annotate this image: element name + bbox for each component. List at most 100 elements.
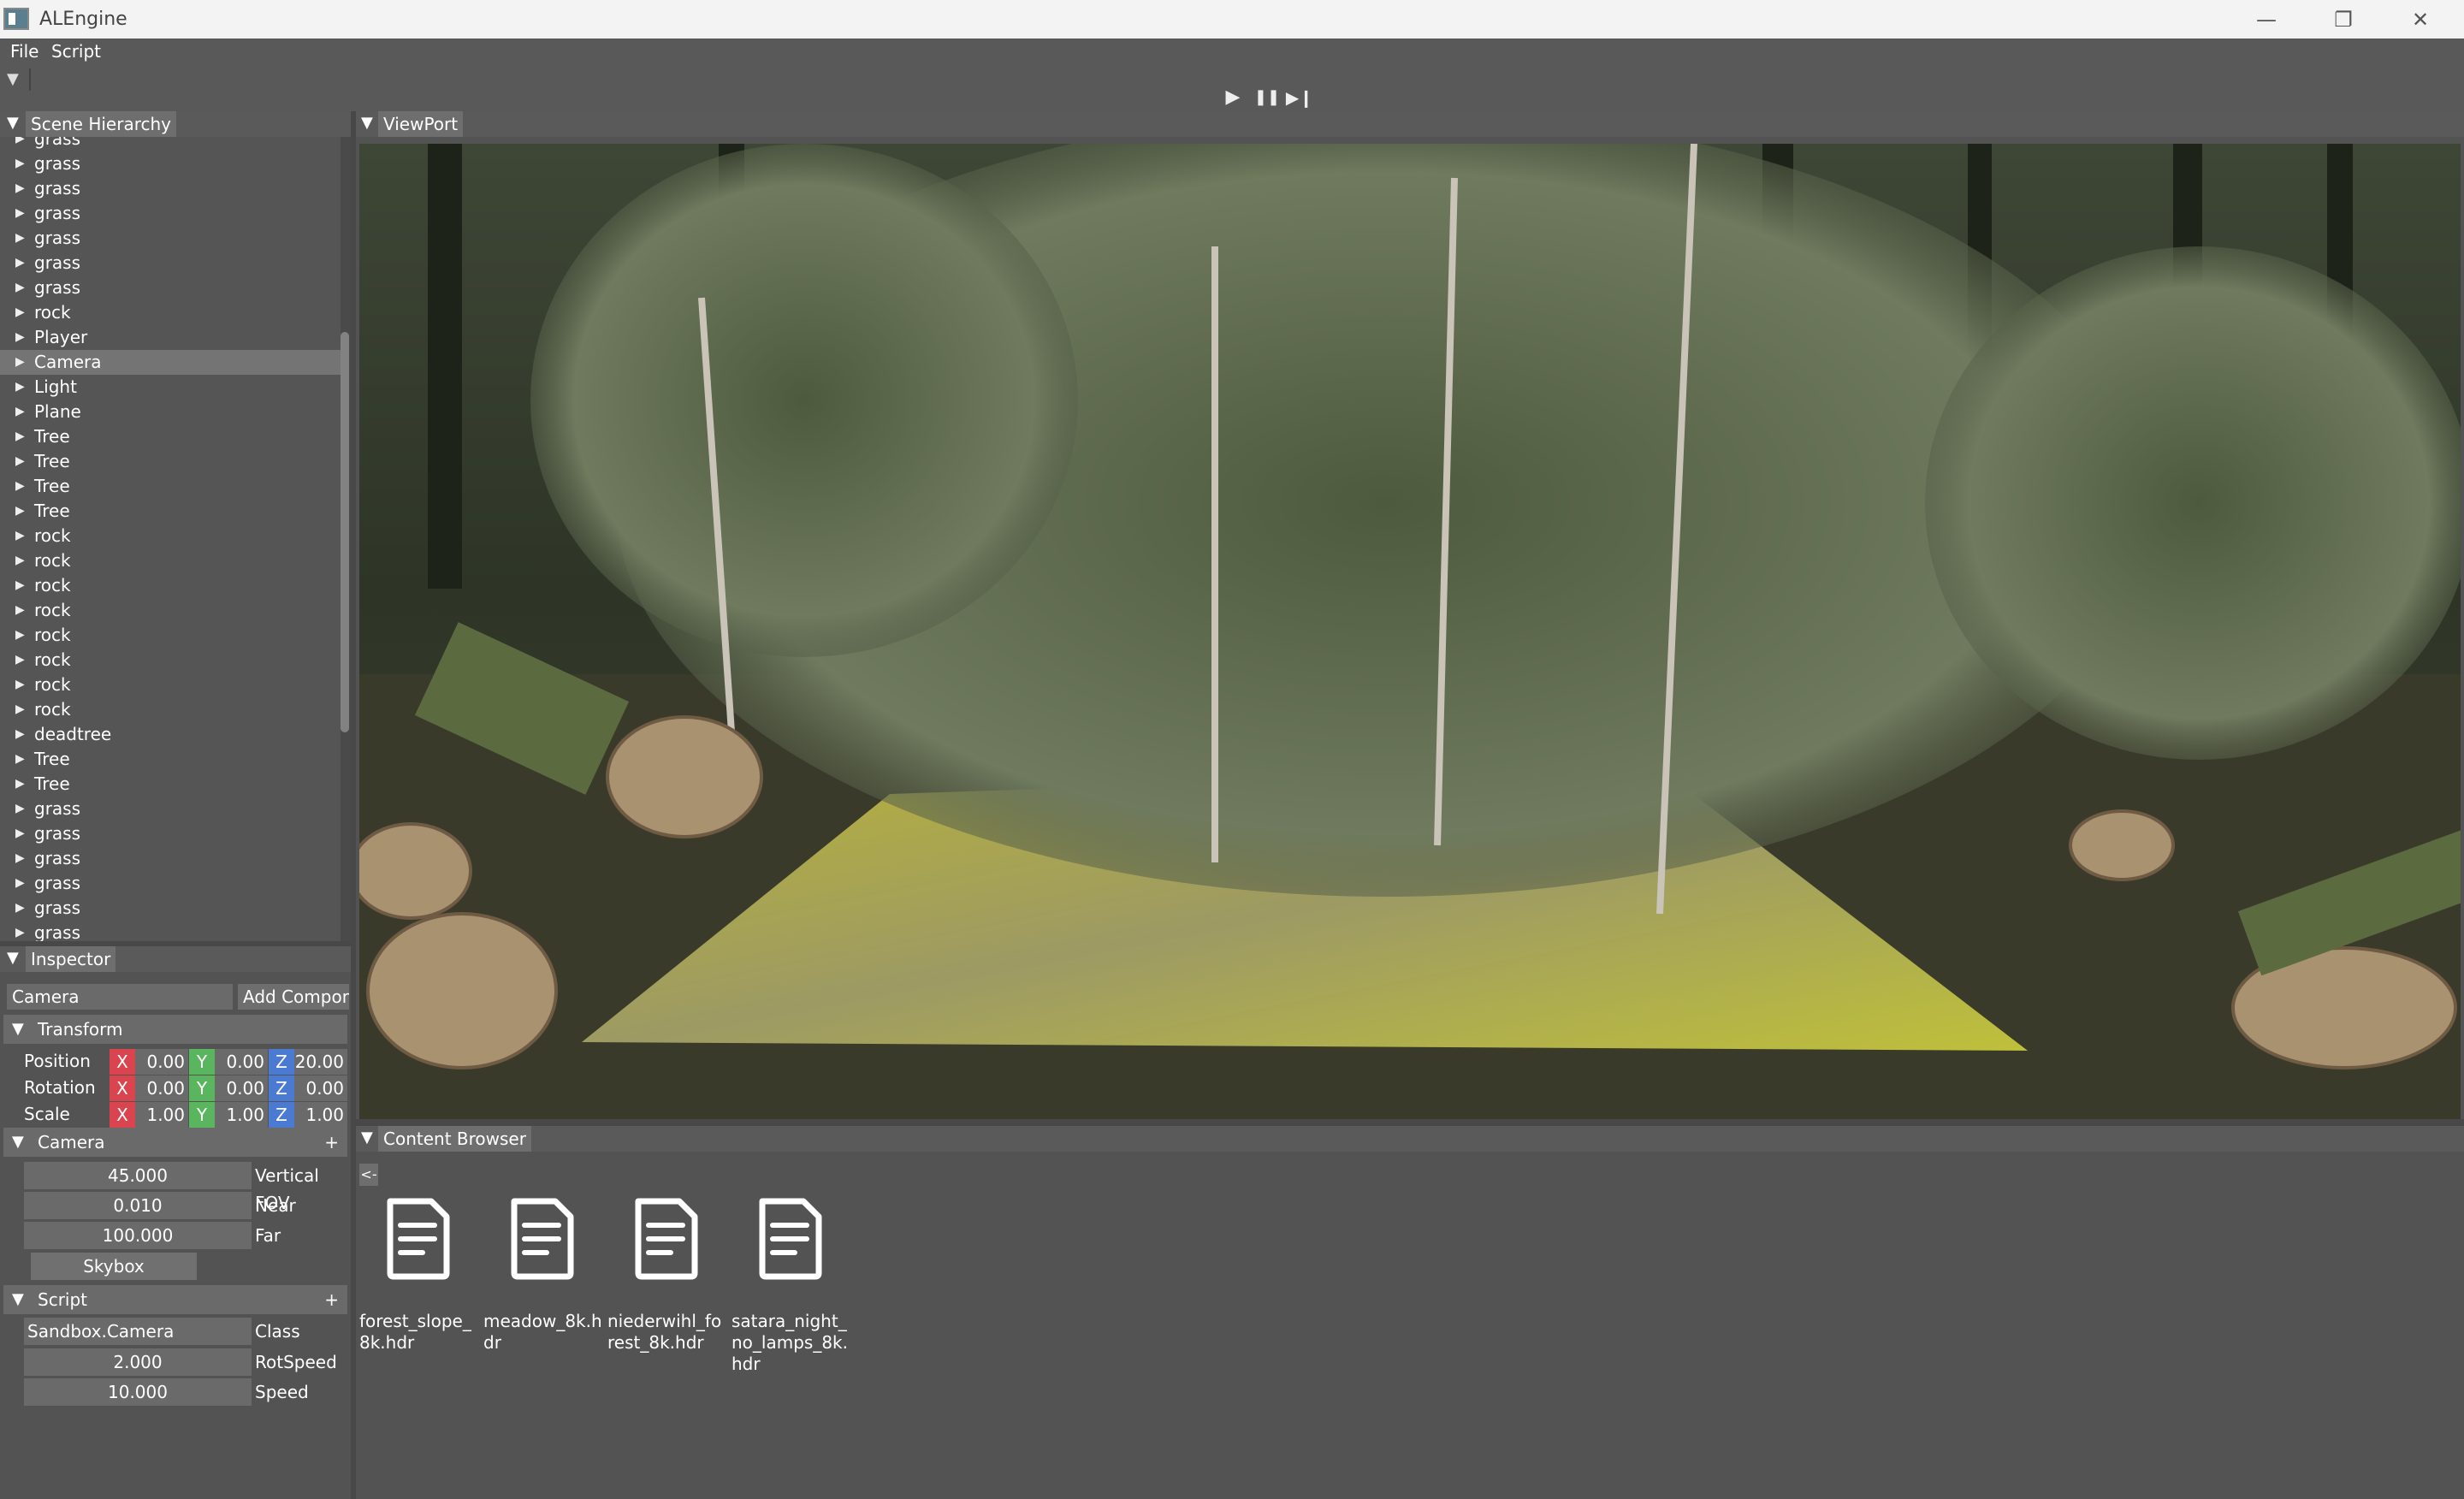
content-browser-splitter[interactable] (356, 1119, 2464, 1126)
hierarchy-item[interactable]: ▶ grass (0, 846, 341, 871)
hierarchy-item[interactable]: ▶ grass (0, 226, 341, 251)
expand-arrow-icon[interactable]: ▶ (15, 300, 25, 325)
expand-arrow-icon[interactable]: ▶ (15, 350, 25, 375)
expand-arrow-icon[interactable]: ▶ (15, 524, 25, 548)
hierarchy-item[interactable]: ▶ Tree (0, 499, 341, 524)
vertical-fov-field[interactable]: 45.000 (24, 1162, 252, 1189)
transform-scale-y-field[interactable]: 1.00 (215, 1102, 268, 1128)
file-item[interactable]: niederwihl_forest_8k.hdr (607, 1198, 727, 1353)
collapse-icon[interactable]: ▼ (7, 949, 19, 967)
file-item[interactable]: meadow_8k.hdr (483, 1198, 603, 1353)
hierarchy-item[interactable]: ▶ Plane (0, 400, 341, 424)
viewport-scene[interactable] (359, 144, 2461, 1119)
hierarchy-item[interactable]: ▶ grass (0, 251, 341, 276)
expand-arrow-icon[interactable]: ▶ (15, 137, 25, 151)
script-section-header[interactable]: ▼ Script + (3, 1285, 347, 1314)
transform-scale-z-field[interactable]: 1.00 (294, 1102, 347, 1128)
hierarchy-item[interactable]: ▶ Camera (0, 350, 341, 375)
expand-arrow-icon[interactable]: ▶ (15, 226, 25, 251)
back-button[interactable]: <- (359, 1164, 378, 1186)
expand-arrow-icon[interactable]: ▶ (15, 722, 25, 747)
hierarchy-item[interactable]: ▶ Tree (0, 474, 341, 499)
hierarchy-item[interactable]: ▶ Tree (0, 449, 341, 474)
expand-arrow-icon[interactable]: ▶ (15, 821, 25, 846)
expand-arrow-icon[interactable]: ▶ (15, 598, 25, 623)
expand-arrow-icon[interactable]: ▶ (15, 871, 25, 896)
expand-arrow-icon[interactable]: ▶ (15, 449, 25, 474)
transform-rotation-x-field[interactable]: 0.00 (135, 1075, 188, 1101)
expand-arrow-icon[interactable]: ▶ (15, 400, 25, 424)
camera-section-header[interactable]: ▼ Camera + (3, 1128, 347, 1157)
expand-arrow-icon[interactable]: ▶ (15, 648, 25, 672)
expand-arrow-icon[interactable]: ▶ (15, 151, 25, 176)
hierarchy-item[interactable]: ▶ rock (0, 623, 341, 648)
viewport-tab[interactable]: ViewPort (378, 111, 464, 137)
transform-position-x-field[interactable]: 0.00 (135, 1049, 188, 1075)
far-field[interactable]: 100.000 (24, 1222, 252, 1249)
camera-add-icon[interactable]: + (324, 1128, 339, 1157)
hierarchy-item[interactable]: ▶ Tree (0, 424, 341, 449)
expand-arrow-icon[interactable]: ▶ (15, 846, 25, 871)
speed-field[interactable]: 10.000 (24, 1378, 252, 1406)
content-browser-tab[interactable]: Content Browser (378, 1126, 531, 1152)
expand-arrow-icon[interactable]: ▶ (15, 424, 25, 449)
hierarchy-item[interactable]: ▶ grass (0, 821, 341, 846)
hierarchy-item[interactable]: ▶ rock (0, 524, 341, 548)
add-component-button[interactable]: Add Component (238, 984, 349, 1010)
hierarchy-item[interactable]: ▶ Tree (0, 772, 341, 797)
hierarchy-item[interactable]: ▶ Player (0, 325, 341, 350)
transform-scale-x-field[interactable]: 1.00 (135, 1102, 188, 1128)
expand-arrow-icon[interactable]: ▶ (15, 276, 25, 300)
expand-arrow-icon[interactable]: ▶ (15, 896, 25, 921)
skybox-button[interactable]: Skybox (31, 1253, 197, 1280)
rotspeed-field[interactable]: 2.000 (24, 1348, 252, 1376)
hierarchy-item[interactable]: ▶ grass (0, 921, 341, 941)
expand-arrow-icon[interactable]: ▶ (15, 573, 25, 598)
expand-arrow-icon[interactable]: ▶ (15, 672, 25, 697)
expand-arrow-icon[interactable]: ▶ (15, 747, 25, 772)
hierarchy-item[interactable]: ▶ rock (0, 648, 341, 672)
play-button[interactable]: ▶ (1218, 85, 1247, 110)
hierarchy-item[interactable]: ▶ rock (0, 697, 341, 722)
expand-arrow-icon[interactable]: ▶ (15, 201, 25, 226)
transform-section-header[interactable]: ▼ Transform (3, 1015, 347, 1044)
expand-arrow-icon[interactable]: ▶ (15, 251, 25, 276)
collapse-icon[interactable]: ▼ (7, 114, 19, 132)
expand-arrow-icon[interactable]: ▶ (15, 499, 25, 524)
hierarchy-item[interactable]: ▶ grass (0, 896, 341, 921)
expand-arrow-icon[interactable]: ▶ (15, 921, 25, 941)
hierarchy-item[interactable]: ▶ grass (0, 276, 341, 300)
hierarchy-item[interactable]: ▶ Tree (0, 747, 341, 772)
script-add-icon[interactable]: + (324, 1285, 339, 1314)
file-item[interactable]: forest_slope_8k.hdr (359, 1198, 479, 1353)
expand-arrow-icon[interactable]: ▶ (15, 375, 25, 400)
transform-position-z-field[interactable]: 20.00 (294, 1049, 347, 1075)
expand-arrow-icon[interactable]: ▶ (15, 797, 25, 821)
transform-rotation-z-field[interactable]: 0.00 (294, 1075, 347, 1101)
expand-arrow-icon[interactable]: ▶ (15, 325, 25, 350)
expand-arrow-icon[interactable]: ▶ (15, 697, 25, 722)
hierarchy-item[interactable]: ▶ rock (0, 672, 341, 697)
transform-position-y-field[interactable]: 0.00 (215, 1049, 268, 1075)
hierarchy-scroll-thumb[interactable] (341, 332, 349, 732)
hierarchy-item[interactable]: ▶ rock (0, 598, 341, 623)
expand-arrow-icon[interactable]: ▶ (15, 176, 25, 201)
scene-hierarchy-tab[interactable]: Scene Hierarchy (26, 111, 177, 137)
expand-arrow-icon[interactable]: ▶ (15, 474, 25, 499)
hierarchy-item[interactable]: ▶ deadtree (0, 722, 341, 747)
toolbar-menu-icon[interactable]: ▼ (7, 70, 19, 88)
script-class-field[interactable]: Sandbox.Camera (24, 1318, 252, 1345)
hierarchy-item[interactable]: ▶ grass (0, 176, 341, 201)
hierarchy-item[interactable]: ▶ Light (0, 375, 341, 400)
close-button[interactable]: ✕ (2382, 0, 2459, 39)
restore-button[interactable]: ❐ (2305, 0, 2382, 39)
hierarchy-item[interactable]: ▶ grass (0, 871, 341, 896)
hierarchy-item[interactable]: ▶ grass (0, 137, 341, 151)
hierarchy-item[interactable]: ▶ grass (0, 201, 341, 226)
near-field[interactable]: 0.010 (24, 1192, 252, 1219)
expand-arrow-icon[interactable]: ▶ (15, 623, 25, 648)
expand-arrow-icon[interactable]: ▶ (15, 548, 25, 573)
object-name-field[interactable]: Camera (7, 984, 233, 1010)
inspector-tab[interactable]: Inspector (26, 946, 116, 972)
collapse-icon[interactable]: ▼ (361, 114, 373, 132)
